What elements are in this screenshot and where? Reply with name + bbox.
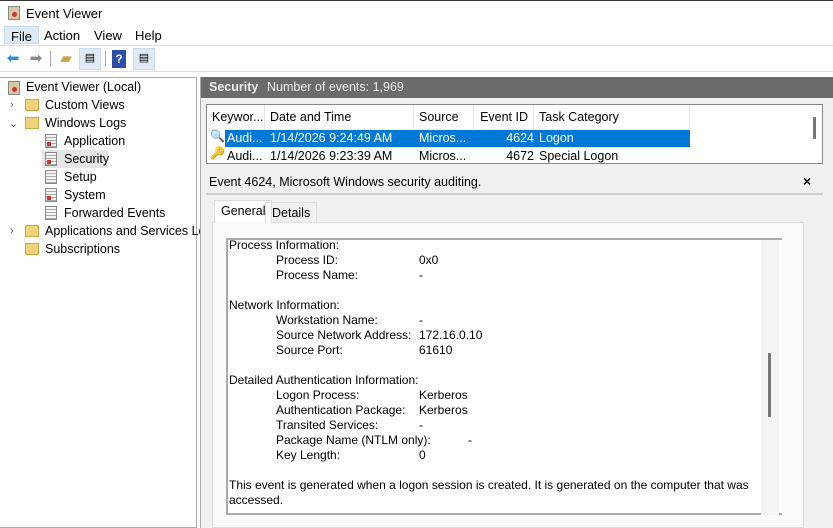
field-value: Kerberos — [419, 388, 468, 402]
menu-bar: File Action View Help — [0, 24, 833, 45]
up-folder-icon[interactable]: ▰ — [57, 50, 75, 68]
cell-keyword: Audi... — [227, 131, 263, 145]
field-value: 172.16.0.10 — [419, 328, 483, 342]
column-keywords[interactable]: Keywor... — [207, 105, 265, 129]
menu-help[interactable]: Help — [129, 26, 168, 44]
show-hide-action-pane-icon[interactable]: ▤ — [133, 48, 155, 70]
help-icon[interactable]: ? — [112, 50, 126, 68]
column-event-id[interactable]: Event ID — [474, 105, 534, 129]
field-label: Process ID: — [276, 253, 339, 267]
event-viewer-icon — [8, 6, 20, 20]
section-text: Network Information: — [229, 298, 340, 312]
tab-general[interactable]: General — [214, 200, 273, 223]
section-text: Detailed Authentication Information: — [229, 373, 419, 387]
event-count: Number of events: 1,969 — [267, 80, 404, 94]
tab-details[interactable]: Details — [265, 202, 318, 223]
window-title: Event Viewer — [26, 6, 103, 21]
log-icon — [45, 188, 57, 202]
event-description-text[interactable]: Process Information: Process ID: 0x0 Proces… — [226, 238, 782, 515]
field-label: Key Length: — [276, 448, 341, 462]
column-task-category[interactable]: Task Category — [534, 105, 690, 129]
forward-arrow-icon[interactable]: ➡ — [27, 50, 45, 68]
cell-event-id: 4624 — [506, 131, 534, 145]
scrollbar-thumb[interactable] — [768, 353, 771, 417]
log-icon — [45, 152, 57, 166]
tree-log-system[interactable]: System — [64, 186, 106, 204]
table-row[interactable]: Audi... 1/14/2026 9:24:49 AM Micros... 4… — [225, 130, 690, 147]
field-value: - — [419, 268, 423, 282]
field-value: 0 — [419, 448, 426, 462]
field-label: Source Port: — [276, 343, 343, 357]
table-row[interactable]: Audi... 1/14/2026 9:23:39 AM Micros... 4… — [225, 148, 690, 165]
tree-root[interactable]: Event Viewer (Local) — [26, 78, 141, 96]
back-arrow-icon[interactable]: ⬅ — [4, 50, 22, 68]
column-source[interactable]: Source — [414, 105, 474, 129]
tree-log-setup[interactable]: Setup — [64, 168, 97, 186]
cell-date: 1/14/2026 9:24:49 AM — [270, 131, 393, 145]
field-label: Logon Process: — [276, 388, 360, 402]
folder-icon — [25, 117, 39, 129]
section-text: Process Information: — [229, 238, 340, 252]
toolbar: ⬅ ➡ ▰ ▤ ? ▤ — [0, 45, 833, 72]
field-label: Source Network Address: — [276, 328, 412, 342]
section-text: accessed. — [229, 493, 284, 507]
column-date-time[interactable]: Date and Time — [265, 105, 414, 129]
event-detail-title: Event 4624, Microsoft Windows security a… — [209, 175, 482, 189]
cell-task: Special Logon — [539, 149, 619, 163]
cell-date: 1/14/2026 9:23:39 AM — [270, 149, 393, 163]
field-value: 0x0 — [419, 253, 439, 267]
field-label: Process Name: — [276, 268, 359, 282]
description-scrollbar[interactable] — [761, 238, 779, 515]
cell-event-id: 4672 — [506, 149, 534, 163]
menu-action[interactable]: Action — [38, 26, 86, 44]
close-icon[interactable]: × — [803, 173, 811, 189]
tree-applications-and-services[interactable]: Applications and Services Lo — [45, 222, 206, 240]
key-icon: 🔑 — [210, 146, 225, 160]
field-value: - — [419, 313, 423, 327]
section-text: This event is generated when a logon ses… — [229, 478, 749, 492]
tree-windows-logs[interactable]: Windows Logs — [45, 114, 126, 132]
cell-keyword: Audi... — [227, 149, 263, 163]
field-value: Kerberos — [419, 403, 468, 417]
list-scrollbar[interactable] — [813, 117, 816, 139]
field-label: Authentication Package: — [276, 403, 406, 417]
field-value: 61610 — [419, 343, 453, 357]
chevron-down-icon[interactable]: ⌄ — [9, 117, 18, 130]
cell-task: Logon — [539, 131, 574, 145]
chevron-right-icon[interactable]: › — [10, 99, 14, 111]
log-icon — [45, 170, 57, 184]
field-label: Transited Services: — [276, 418, 379, 432]
title-bar: Event Viewer — [0, 0, 833, 24]
field-label: Package Name (NTLM only): — [276, 433, 431, 447]
tree-subscriptions[interactable]: Subscriptions — [45, 240, 120, 258]
folder-icon — [25, 225, 39, 237]
menu-file[interactable]: File — [4, 26, 39, 44]
log-name: Security — [209, 80, 259, 94]
field-value: - — [419, 418, 423, 432]
cell-source: Micros... — [419, 131, 467, 145]
chevron-right-icon[interactable]: › — [10, 225, 14, 237]
field-label: Workstation Name: — [276, 313, 378, 327]
event-viewer-icon — [8, 81, 20, 95]
folder-icon — [25, 243, 39, 255]
menu-view[interactable]: View — [88, 26, 128, 44]
log-icon — [45, 134, 57, 148]
tree-log-security[interactable]: Security — [64, 150, 109, 168]
tree-log-application[interactable]: Application — [64, 132, 125, 150]
log-header: Security Number of events: 1,969 — [201, 77, 833, 98]
tree-custom-views[interactable]: Custom Views — [45, 96, 125, 114]
field-value: - — [468, 433, 472, 447]
cell-source: Micros... — [419, 149, 467, 163]
show-hide-console-tree-icon[interactable]: ▤ — [79, 48, 101, 70]
event-detail-pane: Event 4624, Microsoft Windows security a… — [206, 169, 828, 528]
key-icon: 🔍 — [210, 129, 225, 143]
folder-icon — [25, 99, 39, 111]
tree-log-forwarded-events[interactable]: Forwarded Events — [64, 204, 165, 222]
event-list: Keywor... Date and Time Source Event ID … — [206, 104, 823, 164]
console-tree: Event Viewer (Local) › Custom Views ⌄ Wi… — [0, 77, 206, 528]
main-pane: Security Number of events: 1,969 Keywor.… — [200, 77, 833, 528]
log-icon — [45, 206, 57, 220]
